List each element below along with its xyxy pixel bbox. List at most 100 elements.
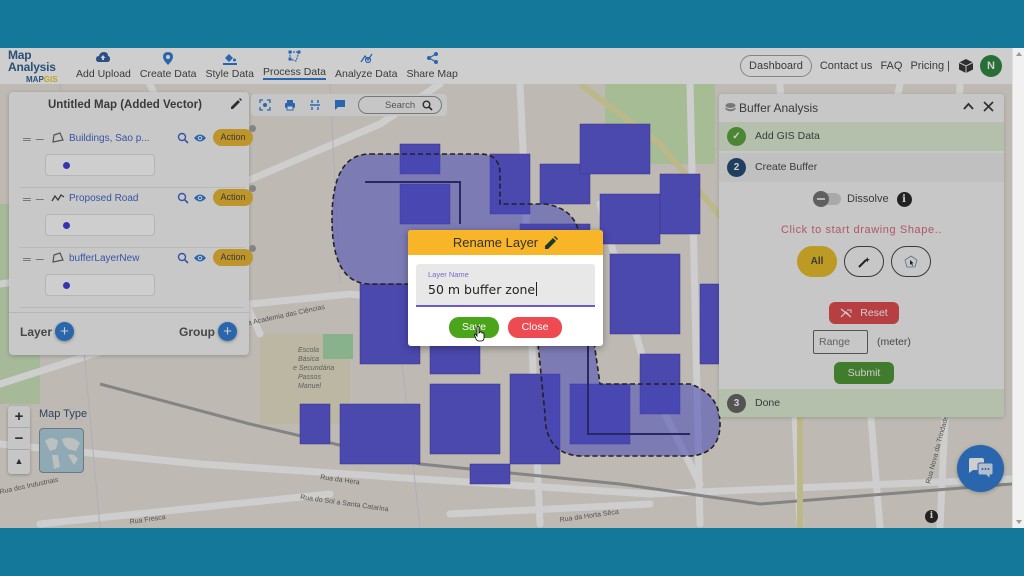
dialog-title: Rename Layer xyxy=(452,235,539,250)
hand-cursor-icon xyxy=(474,326,485,342)
layer-row[interactable]: ═ ─ Proposed Road Action xyxy=(19,185,256,248)
map-search-input[interactable]: Search xyxy=(358,96,442,114)
school-label: Escola xyxy=(298,347,319,354)
check-icon: ✓ xyxy=(727,127,746,146)
polygon-edit-icon xyxy=(288,50,301,64)
nav-process-data[interactable]: Process Data xyxy=(262,50,326,80)
cube-icon[interactable] xyxy=(958,58,974,74)
drag-handle-icon[interactable]: ═ ─ xyxy=(23,194,45,206)
layer-action-button[interactable]: Action xyxy=(213,129,253,146)
layer-action-button[interactable]: Action xyxy=(213,249,253,266)
north-arrow-icon[interactable]: ▲ xyxy=(8,450,30,472)
step-create-buffer[interactable]: 2 Create Buffer xyxy=(719,153,1004,182)
layer-action-button[interactable]: Action xyxy=(213,189,253,206)
zoom-out-button[interactable]: − xyxy=(8,428,30,450)
info-icon[interactable]: i xyxy=(896,191,912,207)
eye-icon[interactable] xyxy=(193,252,207,264)
pencil-icon xyxy=(545,235,559,249)
layer-row[interactable]: ═ ─ bufferLayerNew Action xyxy=(19,245,256,308)
eye-icon[interactable] xyxy=(193,132,207,144)
contact-us-link[interactable]: Contact us xyxy=(820,60,873,72)
svg-text:e Secundária: e Secundária xyxy=(293,365,334,372)
top-nav-bar: Map Analysis MAPGIS Add Upload Create Da… xyxy=(0,48,1012,84)
layer-name[interactable]: Buildings, Sao p... xyxy=(69,133,150,144)
user-avatar[interactable]: N xyxy=(980,55,1002,77)
map-type-thumbnail[interactable] xyxy=(39,428,84,473)
polygon-layer-icon xyxy=(52,252,64,263)
step-done[interactable]: 3 Done xyxy=(719,389,1004,417)
dissolve-label: Dissolve xyxy=(847,193,889,205)
pricing-link[interactable]: Pricing | xyxy=(910,60,950,72)
layer-name-field[interactable]: Layer Name 50 m buffer zone xyxy=(416,264,595,307)
group-label: Group xyxy=(179,325,215,339)
submit-button[interactable]: Submit xyxy=(834,362,894,384)
field-label: Layer Name xyxy=(428,270,469,279)
pencil-icon[interactable] xyxy=(229,97,243,111)
add-layer-button[interactable]: + xyxy=(55,322,74,341)
layer-panel: Untitled Map (Added Vector) ═ ─ Building… xyxy=(9,92,256,355)
world-map-icon xyxy=(45,437,80,469)
select-all-button[interactable]: All xyxy=(797,246,837,277)
cloud-upload-icon xyxy=(96,52,111,66)
shape-select-group: All xyxy=(797,246,938,277)
measure-icon[interactable] xyxy=(309,99,321,111)
layer-name[interactable]: Proposed Road xyxy=(69,193,139,204)
scroll-up-icon[interactable] xyxy=(1016,52,1022,56)
range-row: Range (meter) xyxy=(813,330,911,354)
nav-share-map[interactable]: Share Map xyxy=(406,52,458,80)
dashboard-button[interactable]: Dashboard xyxy=(740,55,812,77)
zoom-in-button[interactable]: + xyxy=(8,406,30,428)
page-scrollbar[interactable] xyxy=(1012,48,1024,528)
nav-style-data[interactable]: Style Data xyxy=(206,52,254,80)
zoom-to-layer-icon[interactable] xyxy=(177,132,189,144)
layer-style-swatch[interactable] xyxy=(45,274,155,296)
draw-hint-text: Click to start drawing Shape.. xyxy=(780,224,943,236)
attribution-info-icon[interactable]: i xyxy=(925,510,938,523)
select-polygon-button[interactable] xyxy=(891,246,931,277)
map-type-label: Map Type xyxy=(39,408,88,420)
nav-analyze-data[interactable]: Analyze Data xyxy=(335,52,397,80)
color-dot xyxy=(63,162,70,169)
map-title: Untitled Map (Added Vector) xyxy=(48,99,202,111)
analyze-icon xyxy=(360,52,373,66)
comment-icon[interactable] xyxy=(334,99,346,111)
nav-create-data[interactable]: Create Data xyxy=(140,52,197,80)
action-badge-dot xyxy=(249,125,256,132)
faq-link[interactable]: FAQ xyxy=(880,60,902,72)
magic-wand-icon xyxy=(858,256,870,268)
layer-style-swatch[interactable] xyxy=(45,214,155,236)
fullscreen-focus-icon[interactable] xyxy=(259,99,271,111)
layer-name-input[interactable]: 50 m buffer zone xyxy=(428,282,535,297)
close-button[interactable]: Close xyxy=(508,317,562,338)
chevron-up-icon[interactable] xyxy=(962,100,975,113)
drag-handle-icon[interactable]: ═ ─ xyxy=(23,254,45,266)
chat-icon xyxy=(968,457,993,480)
map-toolbar: Search xyxy=(251,94,447,116)
chat-support-button[interactable] xyxy=(957,445,1004,492)
layer-row[interactable]: ═ ─ Buildings, Sao p... Action xyxy=(19,125,256,188)
close-icon[interactable] xyxy=(982,100,995,113)
color-dot xyxy=(63,222,70,229)
action-badge-dot xyxy=(249,245,256,252)
drag-handle-icon[interactable]: ═ ─ xyxy=(23,134,45,146)
layer-name[interactable]: bufferLayerNew xyxy=(69,253,139,264)
layer-style-swatch[interactable] xyxy=(45,154,155,176)
zoom-to-layer-icon[interactable] xyxy=(177,192,189,204)
scroll-down-icon[interactable] xyxy=(1016,520,1022,524)
reset-button[interactable]: Reset xyxy=(829,302,899,324)
search-icon[interactable] xyxy=(422,100,433,111)
add-group-button[interactable]: + xyxy=(218,322,237,341)
nav-add-upload[interactable]: Add Upload xyxy=(76,52,131,80)
draw-shape-button[interactable] xyxy=(844,246,884,277)
step-add-gis-data[interactable]: ✓ Add GIS Data xyxy=(719,122,1004,151)
dissolve-toggle[interactable] xyxy=(813,191,841,207)
zoom-to-layer-icon[interactable] xyxy=(177,252,189,264)
eye-icon[interactable] xyxy=(193,192,207,204)
print-icon[interactable] xyxy=(284,99,296,111)
range-input[interactable]: Range xyxy=(813,330,868,354)
zoom-control: + − ▲ xyxy=(8,406,30,474)
dissolve-control: Dissolve i xyxy=(813,191,912,207)
layer-panel-footer: Layer + Group + xyxy=(9,312,249,355)
action-badge-dot xyxy=(249,185,256,192)
app-logo[interactable]: Map Analysis MAPGIS xyxy=(0,49,76,84)
